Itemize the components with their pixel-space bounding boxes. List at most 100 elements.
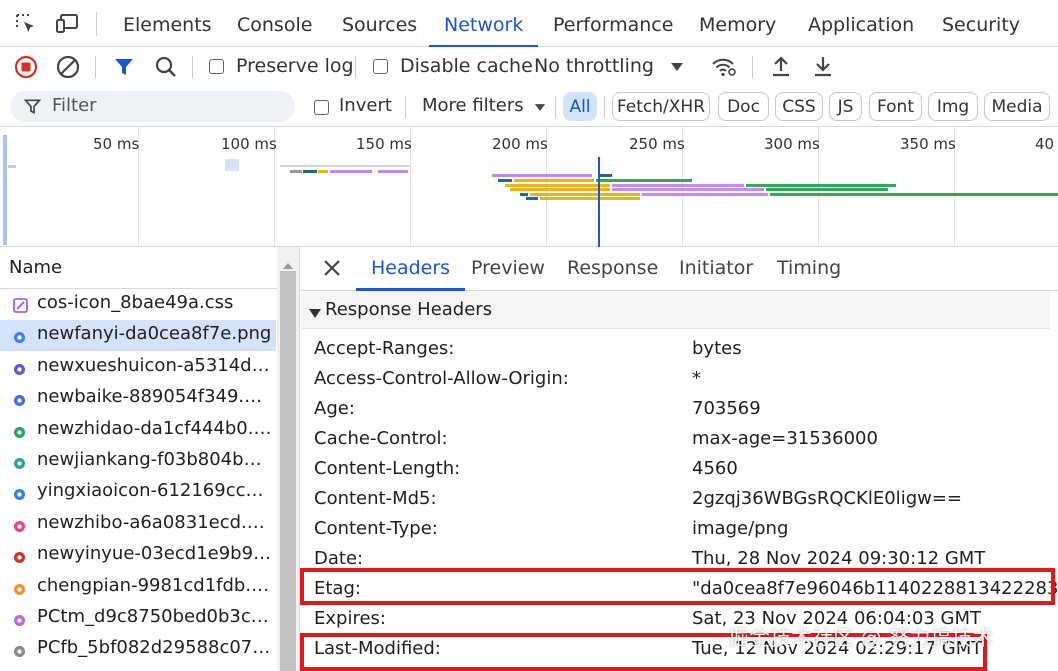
filter-type-fetch-xhr[interactable]: Fetch/XHR (612, 92, 710, 121)
preserve-log-checkbox[interactable] (209, 59, 224, 74)
watermark-text: 掘金技术社区 @ 努力搞技术 (728, 626, 994, 650)
timeline-request-bar (378, 170, 408, 173)
timeline-request-bar (330, 170, 372, 173)
request-row[interactable]: cos-icon_8bae49a.css (0, 289, 276, 320)
filter-separator (604, 96, 605, 118)
dropdown-arrow-icon[interactable] (526, 93, 554, 121)
tab-elements[interactable]: Elements (108, 0, 227, 47)
tab-response[interactable]: Response (567, 247, 658, 290)
tab-console[interactable]: Console (222, 0, 327, 47)
request-row[interactable]: PCfb_5bf082d29588c07f8... (0, 634, 276, 665)
network-overview-timeline[interactable]: 50 ms 100 ms 150 ms 200 ms 250 ms 300 ms… (0, 127, 1058, 247)
image-file-icon (13, 518, 26, 532)
request-row[interactable]: newzhidao-da1cf444b0.p... (0, 415, 276, 446)
image-file-icon (13, 455, 26, 469)
export-har-icon[interactable] (809, 52, 837, 80)
image-file-icon (13, 392, 26, 407)
header-key: Content-Length: (314, 458, 461, 479)
timeline-request-bar (526, 197, 538, 200)
filter-type-doc[interactable]: Doc (718, 92, 769, 121)
request-row[interactable]: newzhibo-a6a0831ecd.png (0, 509, 276, 540)
tab-timing[interactable]: Timing (777, 247, 841, 290)
tab-headers[interactable]: Headers (355, 247, 466, 291)
timeline-request-bar (290, 170, 302, 173)
tab-performance[interactable]: Performance (538, 0, 688, 47)
response-headers-section[interactable]: Response Headers (302, 291, 1050, 329)
dropdown-arrow-icon[interactable] (663, 53, 691, 81)
timeline-request-bar (318, 170, 328, 173)
header-value: Thu, 28 Nov 2024 09:30:12 GMT (692, 548, 986, 569)
request-row[interactable]: newjiankang-f03b804b4b... (0, 446, 276, 477)
invert-checkbox[interactable] (314, 100, 329, 115)
filter-type-img[interactable]: Img (928, 92, 978, 121)
request-file-name: newjiankang-f03b804b4b... (37, 449, 273, 470)
timeline-tick-label: 150 ms (356, 135, 412, 153)
request-file-name: yingxiaoicon-612169cc36... (37, 480, 273, 502)
image-file-icon (13, 361, 26, 375)
request-file-name: newbaike-889054f349.png (37, 386, 273, 408)
timeline-request-bar (303, 170, 317, 173)
request-file-name: newyinyue-03ecd1e9b9.p... (37, 543, 273, 565)
throttling-select[interactable]: No throttling (534, 55, 654, 77)
request-row[interactable]: newfanyi-da0cea8f7e.png (0, 320, 276, 352)
image-file-icon (13, 329, 26, 344)
request-file-name: PCfb_5bf082d29588c07f8... (37, 637, 273, 659)
tab-security[interactable]: Security (927, 0, 1035, 47)
filter-input[interactable]: Filter (10, 91, 295, 122)
more-filters-button[interactable]: More filters (422, 95, 524, 116)
tab-memory[interactable]: Memory (684, 0, 791, 47)
request-row[interactable]: newxueshuicon-a5314d5... (0, 352, 276, 383)
tab-network[interactable]: Network (429, 0, 539, 48)
filter-type-js[interactable]: JS (829, 92, 862, 121)
preserve-log-label[interactable]: Preserve log (236, 55, 354, 77)
filter-funnel-icon[interactable] (110, 53, 138, 81)
request-row[interactable]: chengpian-9981cd1fdb.p... (0, 572, 276, 603)
tab-initiator[interactable]: Initiator (679, 247, 753, 290)
filter-row: Filter Invert More filters All Fetch/XHR… (0, 87, 1058, 127)
request-detail-tabs: Headers Preview Response Initiator Timin… (300, 247, 1058, 291)
filter-separator (555, 96, 556, 118)
filter-type-all[interactable]: All (563, 92, 597, 121)
tab-application[interactable]: Application (793, 0, 929, 47)
record-stop-icon[interactable] (12, 53, 40, 81)
tab-separator (96, 12, 97, 36)
toolbar-separator (95, 56, 96, 78)
request-row[interactable]: PCtm_d9c8750bed0b3c7... (0, 603, 276, 634)
scrollbar-thumb[interactable] (280, 271, 296, 671)
close-icon[interactable] (322, 258, 342, 282)
section-title: Response Headers (325, 299, 493, 320)
disable-cache-checkbox[interactable] (373, 59, 388, 74)
timeline-request-mark (225, 159, 239, 171)
header-key: Date: (314, 548, 364, 569)
header-key: Age: (314, 398, 355, 419)
header-key: Content-Md5: (314, 488, 437, 509)
request-row[interactable]: newbaike-889054f349.png (0, 383, 276, 414)
timeline-request-bar (8, 165, 16, 168)
timeline-request-bar (642, 193, 768, 196)
disable-cache-label[interactable]: Disable cache (400, 55, 533, 77)
timeline-tick-label: 250 ms (629, 135, 685, 153)
search-icon[interactable] (152, 53, 180, 81)
tab-preview[interactable]: Preview (471, 247, 545, 290)
filter-type-media[interactable]: Media (984, 92, 1050, 121)
request-file-name: newxueshuicon-a5314d5... (37, 354, 273, 376)
timeline-left-handle[interactable] (3, 135, 7, 245)
device-toolbar-icon[interactable] (55, 11, 81, 37)
timeline-request-bar (540, 197, 640, 200)
name-column-header[interactable]: Name (0, 247, 300, 289)
network-conditions-icon[interactable] (710, 53, 738, 81)
request-list-scrollbar[interactable] (277, 247, 299, 671)
panel-divider[interactable] (299, 247, 300, 671)
request-file-name: newzhidao-da1cf444b0.p... (37, 417, 273, 439)
request-row[interactable]: newyinyue-03ecd1e9b9.p... (0, 540, 276, 571)
tab-sources[interactable]: Sources (327, 0, 432, 47)
clear-icon[interactable] (54, 53, 82, 81)
inspect-element-icon[interactable] (13, 11, 39, 37)
filter-funnel-icon (23, 98, 42, 119)
filter-type-font[interactable]: Font (869, 92, 922, 121)
import-har-icon[interactable] (767, 52, 795, 80)
timeline-request-bar (612, 184, 744, 187)
invert-label[interactable]: Invert (339, 95, 392, 116)
request-row[interactable]: yingxiaoicon-612169cc36... (0, 477, 276, 508)
filter-type-css[interactable]: CSS (775, 92, 823, 121)
